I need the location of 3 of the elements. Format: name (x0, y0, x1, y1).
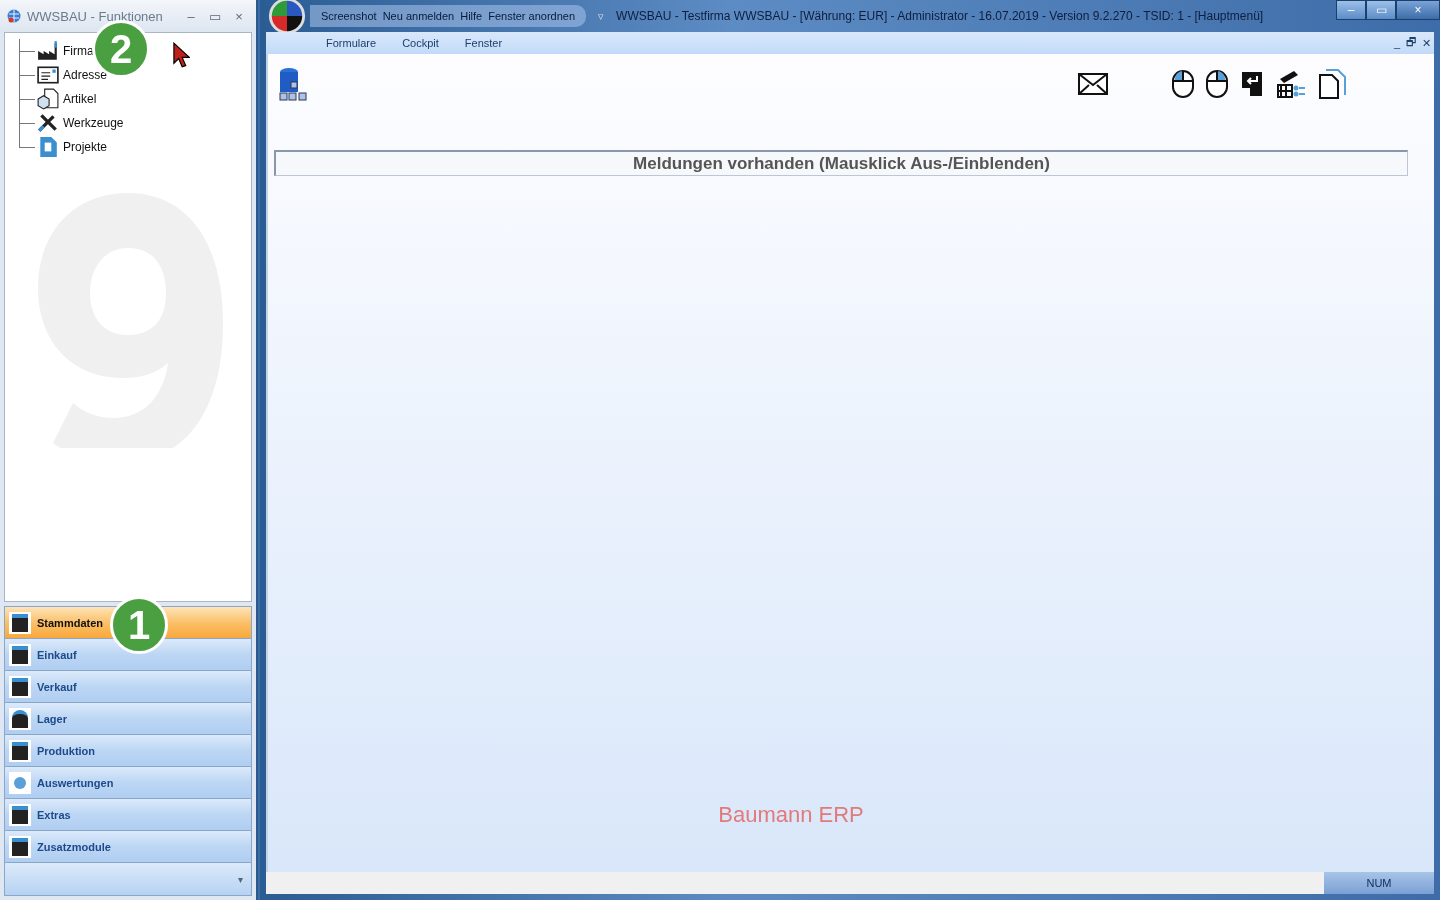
window-title: WWSBAU - Testfirma WWSBAU - [Währung: EUR] - Administrator - 16.07.2019 - Version 9.2.270 - TSID: 1 - [Hauptmenü] (616, 9, 1265, 23)
num-lock-indicator: NUM (1366, 877, 1392, 889)
footer-brand: Baumann ERP (718, 802, 864, 828)
